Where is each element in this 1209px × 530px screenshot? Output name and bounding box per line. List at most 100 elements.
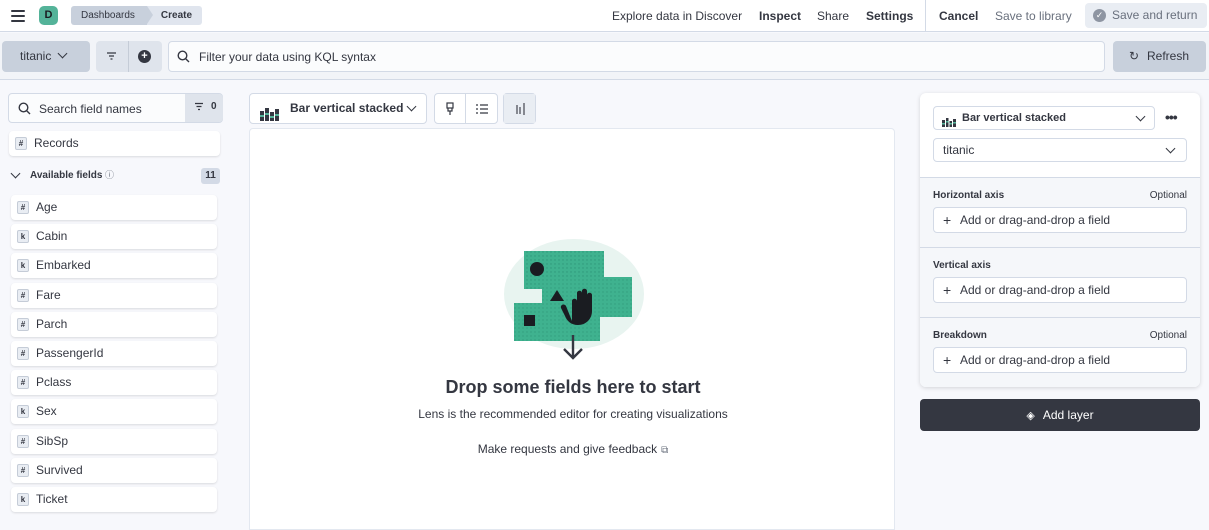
kql-search-bar[interactable] (168, 41, 1105, 72)
layer-config-panel: Bar vertical stacked ••• titanic Horizon… (920, 93, 1200, 387)
add-layer-button[interactable]: ◈ Add layer (920, 399, 1200, 431)
field-item-cabin[interactable]: k Cabin (11, 224, 217, 250)
field-item-age[interactable]: # Age (11, 195, 217, 220)
search-icon (177, 50, 190, 66)
dimension-horizontal-axis: Horizontal axis Optional + Add or drag-an… (920, 178, 1200, 248)
right-axis-icon[interactable] (504, 94, 535, 123)
field-item-fare[interactable]: # Fare (11, 282, 217, 308)
toolbar-group-axes (503, 93, 536, 124)
workspace-panel[interactable]: Drop some fields here to start Lens is t… (249, 128, 895, 530)
field-item-parch[interactable]: # Parch (11, 311, 217, 337)
number-type-icon: # (17, 347, 29, 360)
refresh-icon: ↻ (1129, 49, 1140, 63)
check-circle-icon: ✓ (1093, 9, 1106, 22)
add-field-label: Add or drag-and-drop a field (960, 213, 1111, 227)
empty-state-subtitle: Lens is the recommended editor for creat… (418, 407, 728, 421)
query-bar: titanic + ↻ Refresh (0, 33, 1209, 80)
field-name: Pclass (36, 375, 72, 390)
field-name: Sex (36, 404, 57, 419)
chevron-down-icon (1165, 143, 1176, 154)
number-type-icon: # (17, 201, 29, 214)
explore-discover-link[interactable]: Explore data in Discover (612, 9, 742, 23)
empty-state-title: Drop some fields here to start (445, 377, 701, 397)
add-field-button[interactable]: + Add or drag-and-drop a field (933, 207, 1187, 233)
layer-data-view-label: titanic (943, 143, 975, 157)
field-item-survived[interactable]: # Survived (11, 457, 217, 483)
save-and-return-label: Save and return (1112, 8, 1198, 22)
chevron-down-icon (10, 168, 21, 179)
field-name: Survived (36, 462, 83, 477)
toolbar-group-options (434, 93, 498, 124)
field-search[interactable]: 0 (8, 93, 223, 123)
keyword-type-icon: k (17, 493, 29, 506)
legend-list-icon[interactable] (466, 94, 497, 123)
number-type-icon: # (17, 376, 29, 390)
add-field-label: Add or drag-and-drop a field (960, 283, 1111, 297)
field-item-passengerid[interactable]: # PassengerId (11, 341, 217, 366)
add-field-label: Add or drag-and-drop a field (960, 353, 1111, 367)
cancel-button[interactable]: Cancel (939, 9, 978, 23)
chevron-down-icon (406, 101, 417, 112)
keyword-type-icon: k (17, 259, 29, 273)
plus-icon: + (943, 352, 952, 368)
bar-chart-icon (942, 113, 956, 135)
keyword-type-icon: k (17, 230, 29, 244)
data-view-picker[interactable]: titanic (2, 41, 90, 72)
dimension-label: Breakdown (933, 330, 987, 341)
top-header: D Dashboards Create Explore data in Disc… (0, 0, 1209, 32)
field-filter-button[interactable]: 0 (185, 94, 223, 122)
number-type-icon: # (17, 463, 29, 477)
available-fields-header[interactable]: Available fields ⓘ 11 (10, 168, 220, 186)
layer-data-view-select[interactable]: titanic (933, 138, 1187, 162)
field-item-sex[interactable]: k Sex (11, 399, 217, 425)
chevron-down-icon (1135, 111, 1146, 122)
chart-type-label: Bar vertical stacked (290, 101, 404, 115)
add-filter-icon[interactable]: + (138, 50, 151, 63)
refresh-button[interactable]: ↻ Refresh (1113, 41, 1206, 72)
field-item-pclass[interactable]: # Pclass (11, 370, 217, 396)
breadcrumb: Dashboards Create (71, 6, 203, 25)
feedback-link[interactable]: Make requests and give feedback ⧉ (250, 442, 896, 456)
dimension-label: Horizontal axis (933, 190, 1005, 201)
records-field[interactable]: # Records (9, 131, 220, 156)
filter-icon (194, 102, 204, 114)
add-field-button[interactable]: + Add or drag-and-drop a field (933, 347, 1187, 373)
plus-icon: + (943, 282, 952, 298)
field-item-embarked[interactable]: k Embarked (11, 253, 217, 279)
share-button[interactable]: Share (817, 9, 849, 23)
external-link-icon: ⧉ (661, 445, 669, 456)
menu-icon[interactable] (11, 10, 25, 22)
number-type-icon: # (17, 288, 29, 302)
dimension-breakdown: Breakdown Optional + Add or drag-and-drop… (920, 318, 1200, 388)
field-search-input[interactable] (39, 100, 179, 117)
layer-chart-type-select[interactable]: Bar vertical stacked (933, 106, 1155, 130)
more-actions-icon[interactable]: ••• (1165, 109, 1178, 125)
drag-drop-illustration-icon (504, 239, 644, 360)
breadcrumb-dashboards[interactable]: Dashboards (71, 6, 153, 25)
save-and-return-button[interactable]: ✓ Save and return (1085, 3, 1207, 28)
breadcrumb-create: Create (146, 6, 203, 25)
field-name: Cabin (36, 229, 68, 244)
filter-icon[interactable] (106, 51, 117, 64)
field-item-sibsp[interactable]: # SibSp (11, 428, 217, 454)
feedback-label: Make requests and give feedback (477, 442, 658, 456)
field-name: Age (36, 200, 58, 214)
brush-icon[interactable] (435, 94, 466, 123)
add-layer-label: Add layer (1042, 408, 1094, 422)
dimension-vertical-axis: Vertical axis + Add or drag-and-drop a fi… (920, 248, 1200, 318)
add-field-button[interactable]: + Add or drag-and-drop a field (933, 277, 1187, 303)
available-fields-count: 11 (201, 168, 220, 184)
space-avatar[interactable]: D (39, 6, 58, 25)
field-name: Fare (36, 287, 61, 302)
chart-type-switcher[interactable]: Bar vertical stacked (249, 93, 427, 124)
field-item-ticket[interactable]: k Ticket (11, 487, 217, 512)
info-icon[interactable]: ⓘ (105, 168, 114, 181)
number-type-icon: # (15, 137, 27, 150)
kql-input[interactable] (199, 48, 1079, 66)
settings-button[interactable]: Settings (866, 9, 913, 23)
plus-icon: + (943, 212, 952, 228)
number-type-icon: # (17, 434, 29, 448)
inspect-button[interactable]: Inspect (759, 9, 801, 23)
save-to-library-button[interactable]: Save to library (995, 9, 1072, 23)
field-name: Parch (36, 316, 68, 331)
